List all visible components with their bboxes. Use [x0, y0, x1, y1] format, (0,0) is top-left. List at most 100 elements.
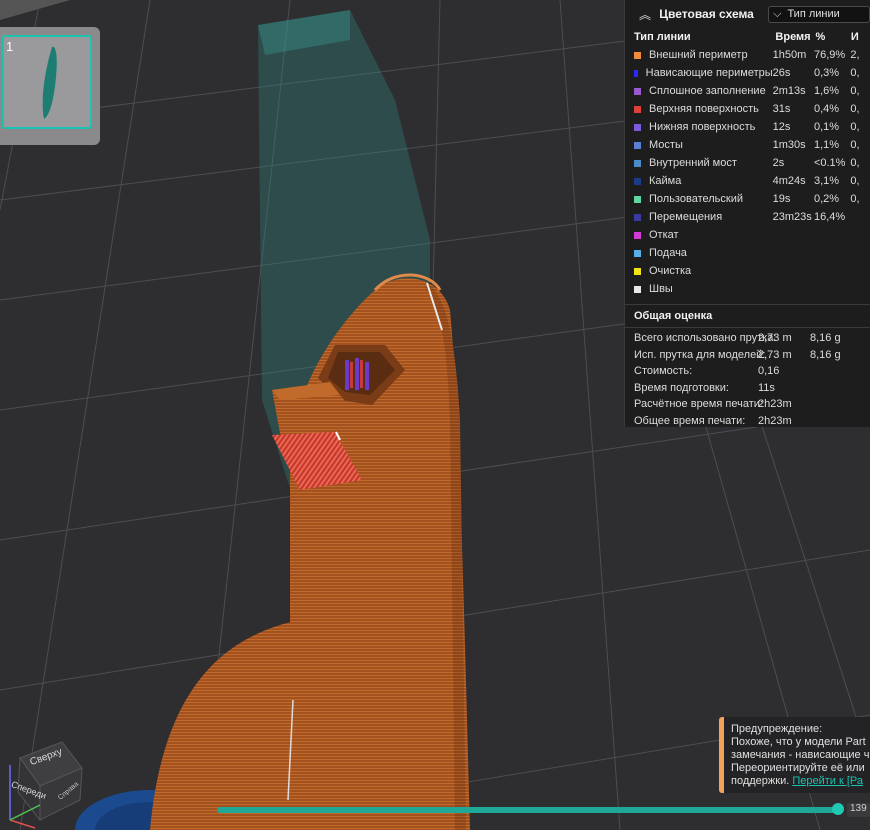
double-chevron-up-icon[interactable]: ︽ — [639, 6, 659, 23]
legend-row-label: Швы — [649, 283, 673, 295]
legend-row[interactable]: Нижняя поверхность 12s 0,1% 0, — [625, 118, 870, 136]
legend-row-extra: 0, — [850, 67, 860, 79]
legend-row-name: Нависающие периметры — [634, 67, 773, 79]
legend-row-extra: 0, — [850, 85, 860, 97]
legend-row-extra: 0, — [850, 157, 860, 169]
legend-row[interactable]: Нависающие периметры 26s 0,3% 0, — [625, 64, 870, 82]
summary-value: 2h23m — [758, 398, 792, 411]
summary-value: 11s — [758, 381, 775, 394]
col-percent: % — [815, 31, 826, 43]
summary-row: Стоимость: 0,16 — [625, 363, 870, 380]
legend-row-name: Кайма — [634, 175, 773, 187]
legend-rows: Внешний периметр 1h50m 76,9% 2, Нависающие п… — [625, 46, 870, 298]
legend-row-time: 1m30s — [772, 139, 806, 151]
axis-x — [9, 819, 36, 829]
layer-slider-track[interactable] — [217, 807, 839, 813]
legend-row-label: Внутренний мост — [649, 157, 737, 169]
legend-row-time: 4m24s — [772, 175, 806, 187]
legend-row-label: Откат — [649, 229, 679, 241]
warning-link[interactable]: Перейти к [Ра — [792, 775, 863, 787]
summary-row: Расчётное время печати: 2h23m — [625, 396, 870, 413]
summary-row: Время подготовки: 11s — [625, 380, 870, 397]
color-scheme-select[interactable]: ⌵ Тип линии — [768, 5, 870, 23]
legend-row-percent: 0,3% — [813, 67, 840, 79]
legend-row-name: Подача — [634, 247, 773, 259]
summary-value: 2,73 m — [758, 332, 792, 345]
summary-row: Исп. прутка для моделей: 2,73 m 8,16 g — [625, 347, 870, 364]
model-preview — [42, 46, 57, 119]
chevron-down-icon: ⌵ — [773, 7, 782, 20]
legend-row-time: 23m23s — [772, 211, 812, 223]
legend-row-percent: 1,1% — [813, 139, 840, 151]
legend-row-percent: 0,1% — [813, 121, 840, 133]
legend-row-label: Подача — [649, 247, 687, 259]
legend-row[interactable]: Сплошное заполнение 2m13s 1,6% 0, — [625, 82, 870, 100]
legend-row-name: Очистка — [634, 265, 773, 277]
legend-row-name: Откат — [634, 229, 773, 241]
layer-slider-handle[interactable] — [832, 803, 844, 815]
summary-rows: Всего использовано прутка: 2,73 m 8,16 g Ис… — [625, 328, 870, 429]
legend-row-extra: 0, — [850, 139, 860, 151]
summary-weight: 8,16 g — [810, 348, 841, 361]
legend-row-time: 19s — [772, 193, 791, 205]
legend-row-percent: 1,6% — [813, 85, 840, 97]
col-extra: И — [850, 31, 859, 43]
legend-row-label: Нависающие периметры — [645, 67, 773, 79]
warning-line-2: замечания - нависающие ч — [731, 749, 870, 761]
summary-value: 2,73 m — [758, 348, 792, 361]
color-scheme-value: Тип линии — [787, 8, 840, 20]
color-swatch — [634, 267, 641, 275]
legend-row-label: Мосты — [649, 139, 683, 151]
legend-row-time: 1h50m — [772, 49, 807, 61]
legend-row-extra: 0, — [850, 121, 860, 133]
legend-row-name: Швы — [634, 283, 773, 295]
legend-row[interactable]: Перемещения 23m23s 16,4% — [625, 208, 870, 226]
legend-row-time: 2s — [772, 157, 785, 169]
warning-line-1: Похоже, что у модели Part — [731, 736, 866, 748]
legend-row-name: Верхняя поверхность — [634, 103, 773, 115]
legend-row-name: Перемещения — [634, 211, 773, 223]
color-swatch — [634, 213, 641, 221]
summary-row: Всего использовано прутка: 2,73 m 8,16 g — [625, 330, 870, 347]
summary-value: 0,16 — [758, 365, 780, 378]
legend-row[interactable]: Подача — [625, 244, 870, 262]
legend-row[interactable]: Пользовательский 19s 0,2% 0, — [625, 190, 870, 208]
color-swatch — [634, 177, 641, 185]
summary-key: Расчётное время печати: — [634, 398, 763, 411]
warning-line-3: Переориентируйте её или — [731, 762, 865, 774]
legend-row-label: Верхняя поверхность — [649, 103, 759, 115]
plate-thumbnail[interactable]: > 1 — [0, 27, 100, 145]
legend-row-percent: 3,1% — [813, 175, 840, 187]
summary-key: Время подготовки: — [634, 381, 729, 394]
legend-column-headers: Тип линии Время % И — [625, 28, 870, 46]
color-swatch — [634, 195, 641, 203]
layer-slider-value: 139 — [847, 803, 870, 817]
plate-thumbnail-frame[interactable] — [2, 35, 92, 129]
summary-key: Стоимость: — [634, 365, 693, 378]
legend-row[interactable]: Мосты 1m30s 1,1% 0, — [625, 136, 870, 154]
summary-key: Общее время печати: — [634, 414, 746, 427]
summary-value: 2h23m — [758, 414, 792, 427]
legend-row-time: 31s — [772, 103, 791, 115]
legend-row-label: Внешний периметр — [649, 49, 748, 61]
legend-row-name: Мосты — [634, 139, 773, 151]
legend-row-label: Кайма — [649, 175, 682, 187]
legend-row-extra: 0, — [850, 175, 860, 187]
color-swatch — [634, 159, 641, 167]
color-swatch — [634, 69, 638, 77]
warning-notification: Предупреждение: Похоже, что у модели Par… — [719, 717, 870, 793]
legend-row[interactable]: Внешний периметр 1h50m 76,9% 2, — [625, 46, 870, 64]
view-cube-gizmo[interactable]: Сверху Спереди Справа — [0, 730, 90, 830]
legend-row[interactable]: Верхняя поверхность 31s 0,4% 0, — [625, 100, 870, 118]
legend-row[interactable]: Швы — [625, 280, 870, 298]
legend-row[interactable]: Откат — [625, 226, 870, 244]
legend-row[interactable]: Кайма 4m24s 3,1% 0, — [625, 172, 870, 190]
legend-row-time: 26s — [772, 67, 791, 79]
color-swatch — [634, 285, 641, 293]
color-swatch — [634, 51, 641, 59]
legend-row[interactable]: Очистка — [625, 262, 870, 280]
col-line-type: Тип линии — [634, 31, 691, 43]
legend-row-extra: 0, — [850, 193, 860, 205]
legend-row[interactable]: Внутренний мост 2s <0.1% 0, — [625, 154, 870, 172]
color-swatch — [634, 123, 641, 131]
